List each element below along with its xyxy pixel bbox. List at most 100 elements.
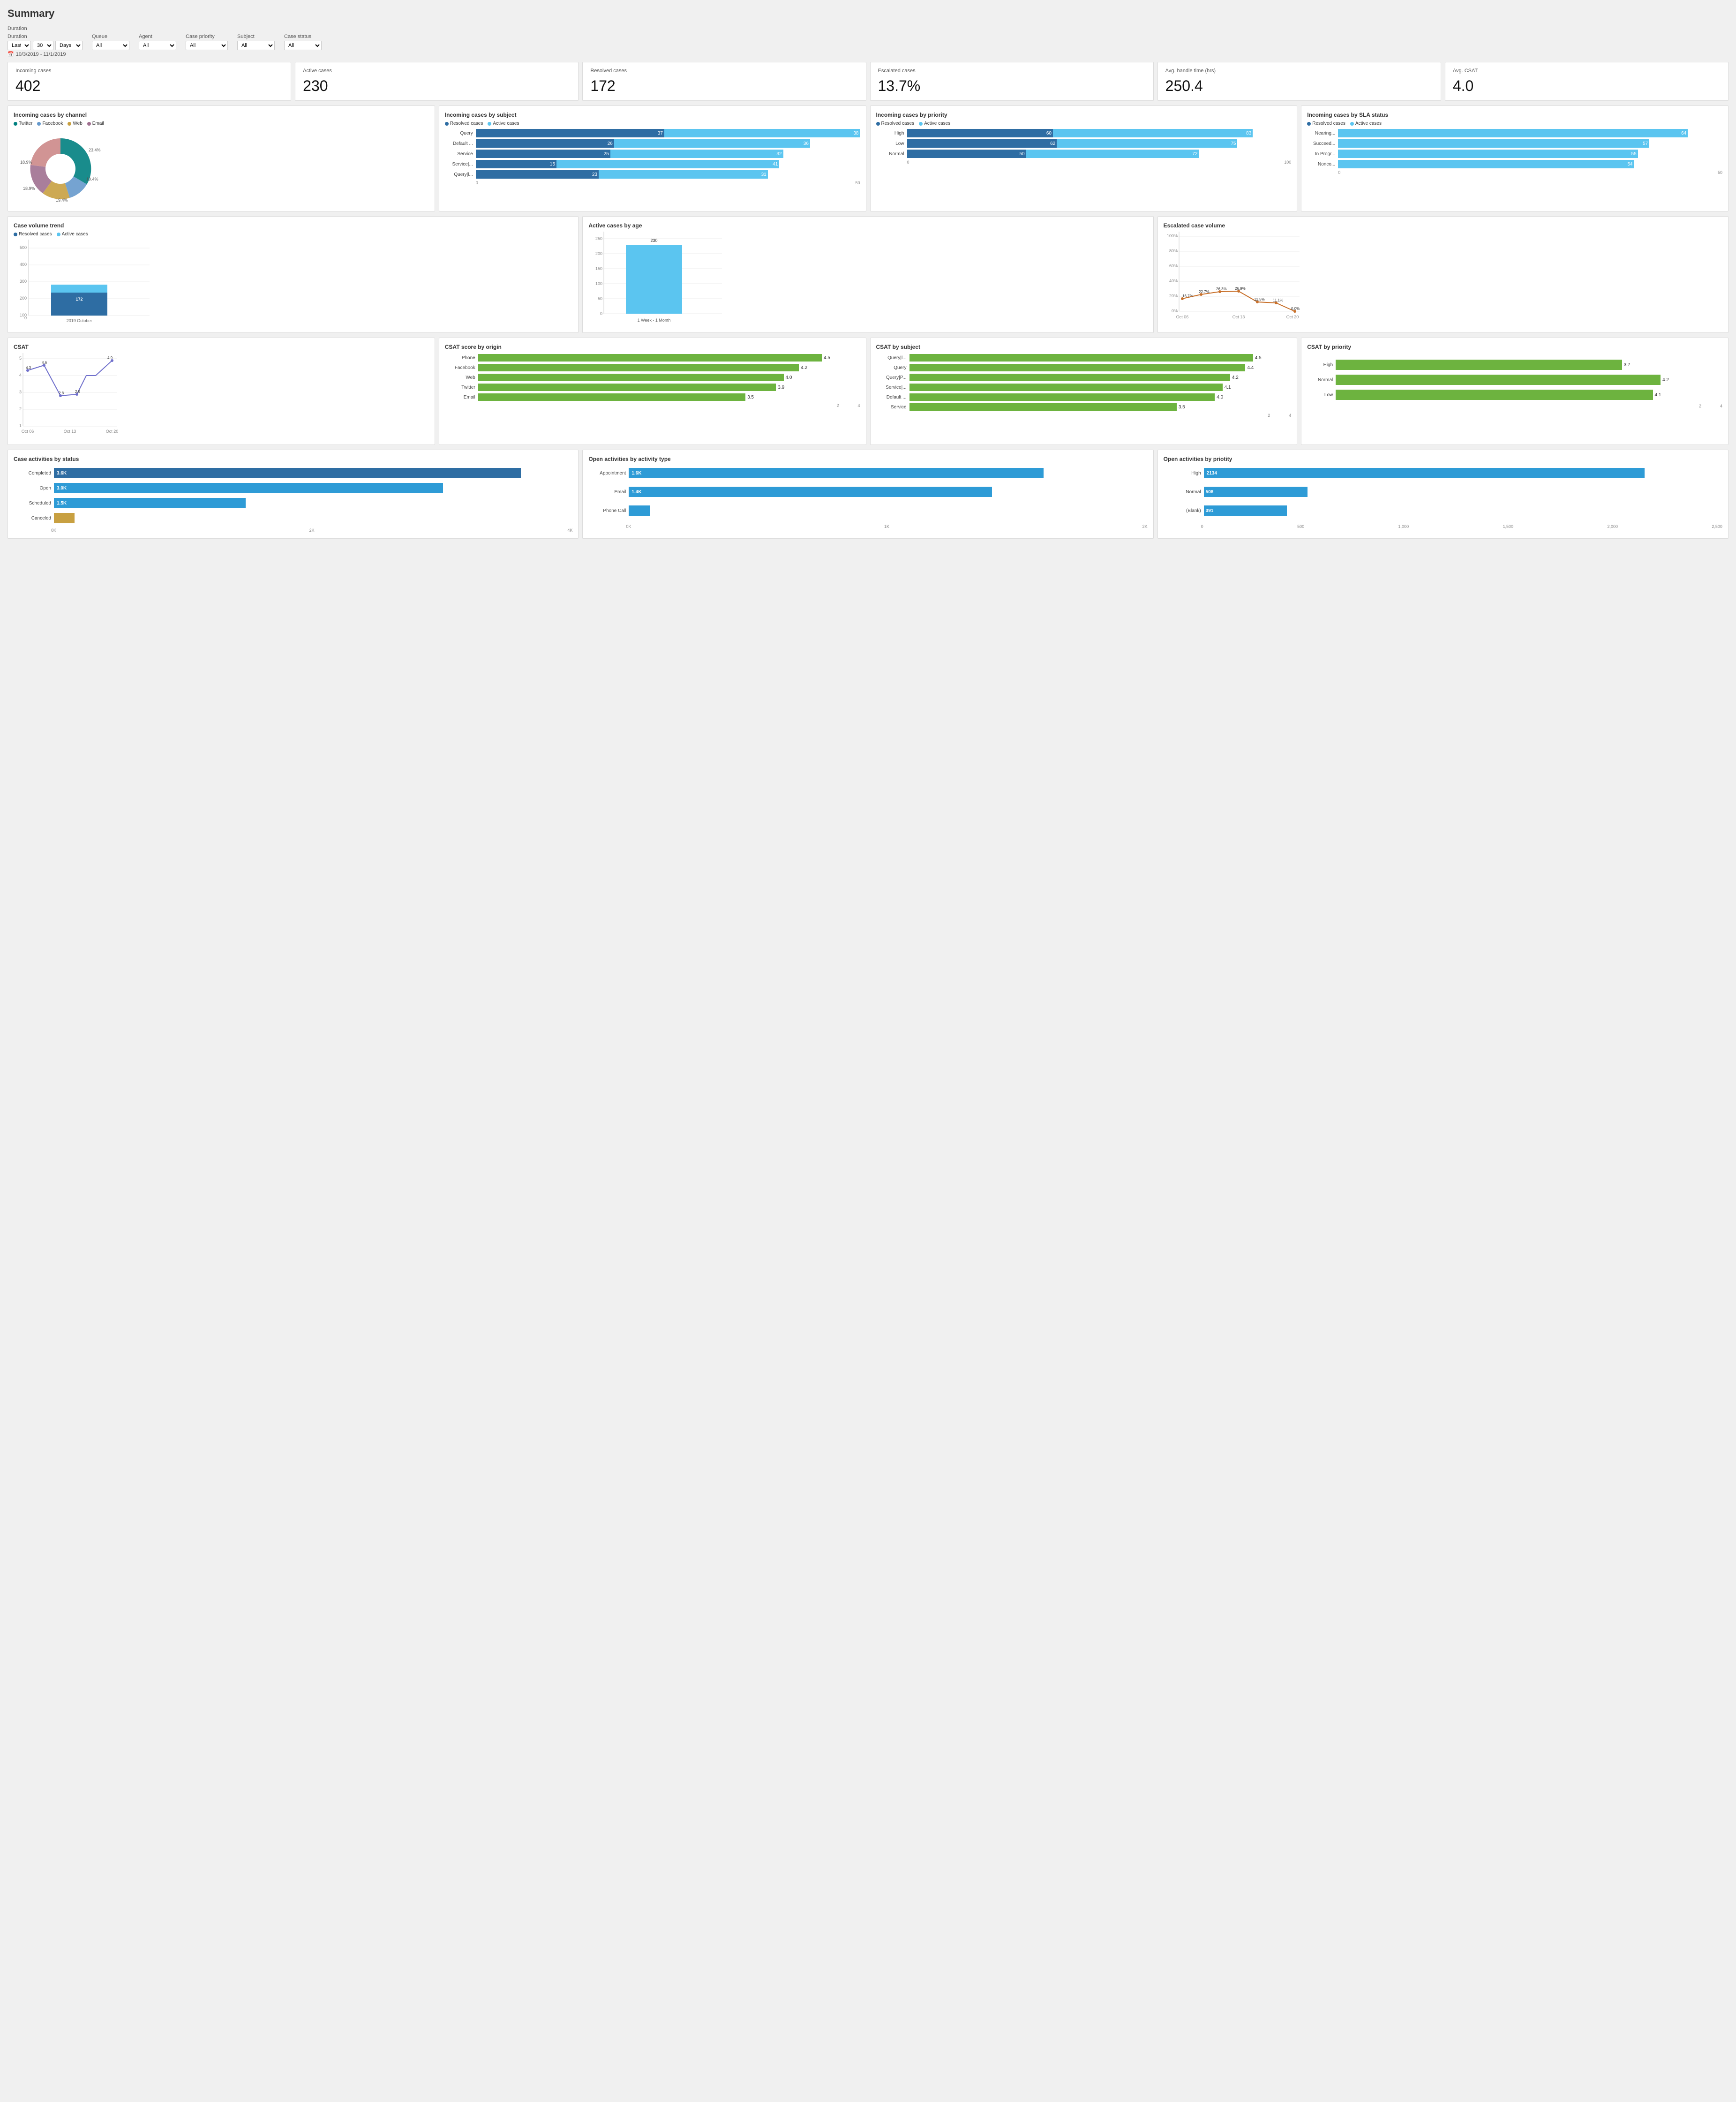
bar-label-service: Service: [445, 151, 473, 157]
kpi-csat-value: 4.0: [1453, 77, 1721, 95]
bar-resolved-normal: 50: [907, 150, 1026, 158]
origin-twitter-row: Twitter 3.9: [445, 384, 860, 391]
bar-label-default: Default ...: [445, 141, 473, 146]
svg-text:Oct 13: Oct 13: [64, 429, 76, 434]
act-email-track: 1.4K: [629, 487, 1147, 497]
kpi-active: Active cases 230: [295, 62, 579, 101]
axis-2-subj: 2: [1268, 413, 1270, 418]
subj-servicep-val: 4.1: [1225, 385, 1231, 390]
origin-web-row: Web 4.0: [445, 374, 860, 381]
bar-track-default: 26 36: [476, 139, 860, 148]
open-by-activity-title: Open activities by activity type: [588, 456, 1147, 462]
act-canceled-label: Canceled: [14, 516, 51, 521]
bar-val-inprogr: 55: [1630, 151, 1638, 157]
act-canceled-row: Canceled: [14, 513, 572, 523]
bar-val-resolved-high: 60: [1045, 131, 1053, 136]
resolved-label-sla: Resolved cases: [1312, 121, 1345, 126]
origin-axis: 2 4: [445, 403, 860, 408]
bar-active-nearing: 64: [1338, 129, 1688, 137]
bar-val-nonco: 54: [1626, 162, 1634, 167]
bar-label-nonco: Nonco...: [1307, 162, 1335, 167]
charts-row3: CSAT 5 4 3 2 1: [8, 338, 1728, 445]
subj-default-track: 4.0: [909, 393, 1292, 401]
act-email-bar: 1.4K: [629, 487, 992, 497]
subj-query-row: Query 4.4: [876, 364, 1292, 371]
duration-col: Duration Last 30 Days: [8, 34, 83, 50]
kpi-handle-time-label: Avg. handle time (hrs): [1165, 68, 1433, 74]
act-completed-val: 3.6K: [57, 471, 67, 476]
active-dot-vol: [57, 233, 60, 236]
subj-queryl-label: Query|l...: [876, 355, 907, 361]
prio-normal-bar: [1336, 375, 1661, 385]
legend-web: Web: [68, 121, 82, 126]
bar-row-service2: Service|... 15 41: [445, 160, 860, 168]
svg-text:230: 230: [75, 275, 83, 280]
incoming-by-subject-axis: 0 50: [445, 181, 860, 185]
prio-high-bar: [1336, 360, 1622, 370]
incoming-by-priority-title: Incoming cases by priority: [876, 112, 1292, 118]
subj-query-val: 4.4: [1247, 365, 1254, 370]
case-status-select[interactable]: All: [284, 41, 322, 50]
act-open-label: Open: [14, 486, 51, 491]
act-open-row: Open 3.0K: [14, 483, 572, 493]
act-scheduled-row: Scheduled 1.5K: [14, 498, 572, 508]
queue-select[interactable]: All: [92, 41, 129, 50]
act-appointment-row: Appointment 1.6K: [588, 468, 1147, 478]
origin-email-bar: [478, 393, 745, 401]
agent-label: Agent: [139, 34, 175, 39]
duration-preset-select[interactable]: Last: [8, 41, 31, 50]
agent-select[interactable]: All: [139, 41, 176, 50]
axis-4-subj: 4: [1289, 413, 1291, 418]
dot7: [1293, 310, 1296, 313]
bar-track-query: 37 38: [476, 129, 860, 137]
origin-phone-val: 4.5: [824, 355, 830, 361]
legend-resolved-vol: Resolved cases: [14, 232, 52, 237]
openprio-blank-row: (Blank) 391: [1164, 505, 1722, 516]
svg-text:26.9%: 26.9%: [1235, 286, 1246, 291]
volume-trend-svg: 500 400 300 200 100 230 17: [14, 240, 154, 324]
subj-queryp-row: Query|P... 4.2: [876, 374, 1292, 381]
act-scheduled-label: Scheduled: [14, 501, 51, 506]
bar-val-active-query: 38: [852, 131, 860, 136]
svg-text:0: 0: [600, 311, 602, 316]
case-volume-legend: Resolved cases Active cases: [14, 232, 572, 237]
case-priority-select[interactable]: All: [186, 41, 228, 50]
origin-phone-track: 4.5: [478, 354, 860, 362]
origin-email-label: Email: [445, 395, 475, 400]
origin-twitter-bar: [478, 384, 776, 391]
subj-queryp-bar: [909, 374, 1230, 381]
incoming-by-priority-legend: Resolved cases Active cases: [876, 121, 1292, 126]
duration-unit-select[interactable]: Days: [55, 41, 83, 50]
svg-text:40%: 40%: [1169, 279, 1178, 283]
origin-facebook-track: 4.2: [478, 364, 860, 371]
act-scheduled-track: 1.5K: [54, 498, 572, 508]
origin-facebook-bar: [478, 364, 799, 371]
axis-2000-openprio: 2,000: [1607, 524, 1618, 529]
duration-value-select[interactable]: 30: [33, 41, 53, 50]
activities-by-status-card: Case activities by status Completed 3.6K…: [8, 450, 579, 539]
origin-facebook-val: 4.2: [801, 365, 807, 370]
agent-col: Agent All: [139, 34, 176, 50]
case-priority-label: Case priority: [186, 34, 227, 39]
active-label-vol: Active cases: [62, 232, 88, 237]
active-dot-subj: [488, 122, 491, 126]
bar-track-service2: 15 41: [476, 160, 860, 168]
incoming-by-sla-title: Incoming cases by SLA status: [1307, 112, 1722, 118]
bar-track-low: 62 75: [907, 139, 1292, 148]
csat-by-origin-title: CSAT score by origin: [445, 344, 860, 350]
act-canceled-bar: [54, 513, 75, 523]
axis-1000-openprio: 1,000: [1398, 524, 1409, 529]
act-appointment-val: 1.6K: [631, 471, 641, 476]
kpi-incoming-value: 402: [15, 77, 283, 95]
bar-track-queryl: 23 31: [476, 170, 860, 179]
subject-select[interactable]: All: [237, 41, 275, 50]
bar-val-resolved-service: 25: [602, 151, 610, 157]
kpi-resolved: Resolved cases 172: [582, 62, 866, 101]
csat-by-origin-card: CSAT score by origin Phone 4.5 Facebook …: [439, 338, 866, 445]
act-canceled-track: [54, 513, 572, 523]
legend-twitter: Twitter: [14, 121, 32, 126]
origin-twitter-track: 3.9: [478, 384, 860, 391]
svg-text:12.5%: 12.5%: [1254, 297, 1265, 301]
axis-2500-openprio: 2,500: [1712, 524, 1722, 529]
bar-row-high: High 60 83: [876, 129, 1292, 137]
